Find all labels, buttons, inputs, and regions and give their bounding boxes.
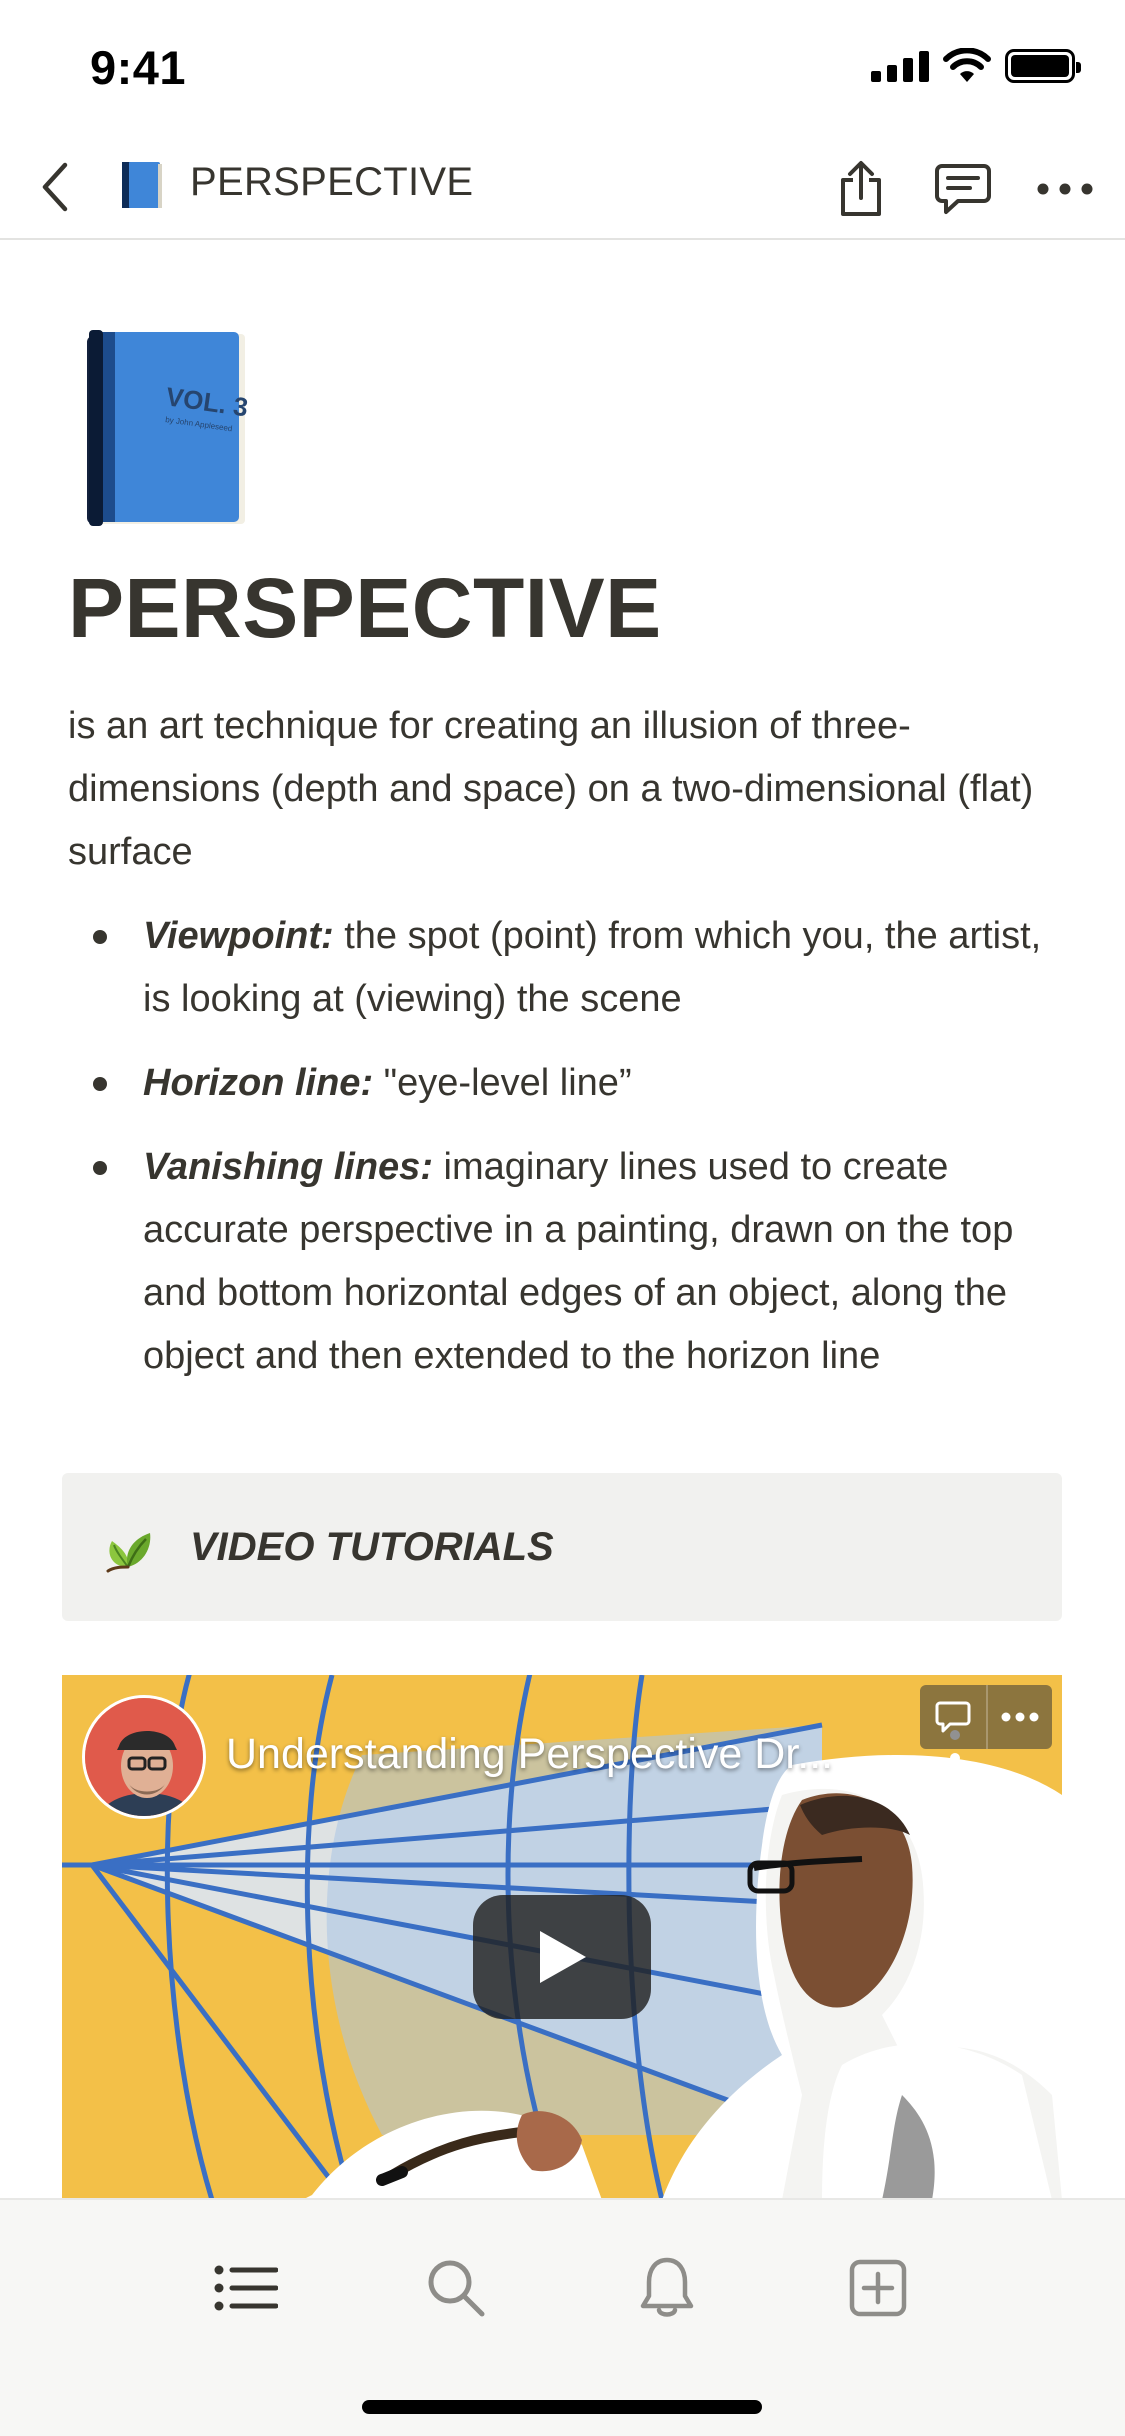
comment-icon	[935, 1701, 971, 1733]
status-bar: 9:41	[0, 0, 1125, 135]
tab-new-page[interactable]	[838, 2248, 918, 2328]
comment-icon	[935, 164, 991, 214]
blue-book-icon	[122, 162, 162, 208]
bullet-text: "eye-level line”	[373, 1062, 632, 1104]
cellular-signal-icon	[871, 50, 929, 82]
new-page-icon	[849, 2259, 907, 2317]
bell-icon	[640, 2257, 694, 2317]
page-book-icon[interactable]: VOL. 3 by John Appleseed	[85, 330, 250, 530]
share-button[interactable]	[821, 149, 901, 229]
more-horizontal-icon	[1001, 1712, 1039, 1722]
bullet-item[interactable]: Viewpoint: the spot (point) from which y…	[85, 905, 1070, 1031]
notion-page-screen: 9:41 PERSPECTIVE VOL. 3 by John Applesee…	[0, 0, 1125, 2436]
bullet-item[interactable]: Horizon line: "eye-level line”	[85, 1052, 1070, 1115]
status-icons	[871, 48, 1081, 84]
callout-text: VIDEO TUTORIALS	[190, 1524, 554, 1569]
battery-icon	[1005, 49, 1081, 83]
chevron-left-icon	[42, 162, 68, 212]
nav-actions	[821, 149, 1105, 229]
share-icon	[841, 161, 881, 216]
search-icon	[428, 2260, 485, 2317]
nav-page-title[interactable]: PERSPECTIVE	[190, 160, 473, 205]
home-indicator[interactable]	[362, 2400, 762, 2414]
more-horizontal-icon	[1037, 183, 1093, 195]
embed-controls	[920, 1685, 1052, 1749]
embed-comment-button[interactable]	[920, 1685, 986, 1749]
bullet-term: Vanishing lines:	[143, 1146, 433, 1188]
video-tutorials-callout[interactable]: VIDEO TUTORIALS	[62, 1473, 1062, 1621]
navigation-bar: PERSPECTIVE	[0, 135, 1125, 240]
bullet-dot	[93, 930, 107, 944]
intro-paragraph[interactable]: is an art technique for creating an illu…	[68, 695, 1068, 884]
leaf-icon	[106, 1533, 151, 1573]
bullet-dot	[93, 1077, 107, 1091]
video-title[interactable]: Understanding Perspective Dr...	[226, 1730, 833, 1779]
wifi-icon	[943, 48, 991, 82]
embed-more-button[interactable]	[986, 1685, 1052, 1749]
tab-search[interactable]	[416, 2248, 496, 2328]
bullet-term: Horizon line:	[143, 1062, 374, 1104]
bullet-item[interactable]: Vanishing lines: imaginary lines used to…	[85, 1136, 1070, 1388]
more-options-button[interactable]	[1025, 149, 1105, 229]
list-icon	[214, 2265, 278, 2311]
play-button[interactable]	[473, 1895, 651, 2019]
comments-button[interactable]	[923, 149, 1003, 229]
tab-notifications[interactable]	[627, 2248, 707, 2328]
video-embed[interactable]: Understanding Perspective Dr...	[62, 1675, 1062, 2200]
play-icon	[540, 1931, 586, 1983]
bullet-dot	[93, 1161, 107, 1175]
tab-sidebar[interactable]	[206, 2248, 286, 2328]
bullet-list: Viewpoint: the spot (point) from which y…	[85, 905, 1070, 1409]
bullet-term: Viewpoint:	[143, 915, 334, 957]
page-title[interactable]: PERSPECTIVE	[68, 560, 662, 657]
channel-avatar[interactable]	[82, 1695, 206, 1819]
status-time: 9:41	[90, 41, 187, 94]
back-button[interactable]	[25, 157, 85, 217]
